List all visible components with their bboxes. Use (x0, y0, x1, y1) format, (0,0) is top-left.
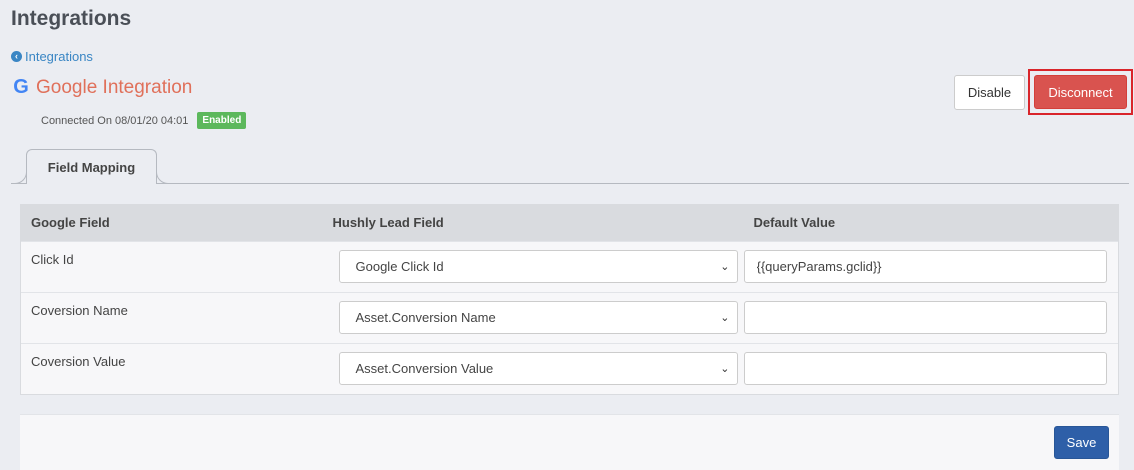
back-link[interactable]: ‹ Integrations (11, 49, 93, 64)
chevron-down-icon: ⌄ (720, 312, 730, 324)
column-header-google-field: Google Field (20, 204, 323, 241)
google-field-cell: Click Id (20, 240, 323, 292)
connected-on-text: Connected On 08/01/20 04:01 (41, 114, 189, 127)
integration-header: G Google Integration (11, 76, 192, 99)
google-field-cell: Coversion Name (20, 291, 323, 343)
form-footer: Save (20, 414, 1119, 470)
field-mapping-table: Google Field Hushly Lead Field Default V… (20, 204, 1119, 395)
select-value: Google Click Id (355, 259, 444, 274)
google-field-cell: Coversion Value (20, 342, 323, 395)
disconnect-highlight: Disconnect (1028, 69, 1133, 115)
table-row: Coversion Name Asset.Conversion Name ⌄ (20, 291, 1119, 343)
lead-field-select[interactable]: Asset.Conversion Value ⌄ (338, 352, 738, 385)
arrow-left-circle-icon: ‹ (11, 51, 22, 62)
lead-field-select[interactable]: Google Click Id ⌄ (338, 250, 738, 283)
connection-info: Connected On 08/01/20 04:01 Enabled (41, 112, 247, 129)
default-value-input[interactable] (743, 250, 1107, 283)
lead-field-select[interactable]: Asset.Conversion Name ⌄ (338, 301, 738, 334)
table-row: Click Id Google Click Id ⌄ (20, 240, 1119, 292)
back-link-label: Integrations (25, 49, 93, 64)
google-g-icon: G (13, 76, 29, 98)
select-value: Asset.Conversion Name (355, 310, 496, 325)
chevron-down-icon: ⌄ (720, 363, 730, 375)
integration-name: Google Integration (36, 76, 193, 98)
column-header-default-value: Default Value (743, 204, 1119, 241)
disconnect-button[interactable]: Disconnect (1034, 75, 1127, 109)
save-button[interactable]: Save (1054, 426, 1109, 459)
status-badge: Enabled (197, 112, 247, 129)
column-header-lead-field: Hushly Lead Field (322, 204, 744, 241)
disable-button[interactable]: Disable (954, 75, 1025, 110)
table-row: Coversion Value Asset.Conversion Value ⌄ (20, 342, 1119, 395)
tab-baseline (11, 183, 1129, 184)
default-value-input[interactable] (743, 301, 1107, 334)
tab-field-mapping[interactable]: Field Mapping (26, 149, 157, 184)
default-value-input[interactable] (743, 352, 1107, 385)
select-value: Asset.Conversion Value (355, 361, 494, 376)
page-title: Integrations (11, 7, 132, 30)
chevron-down-icon: ⌄ (720, 261, 730, 273)
